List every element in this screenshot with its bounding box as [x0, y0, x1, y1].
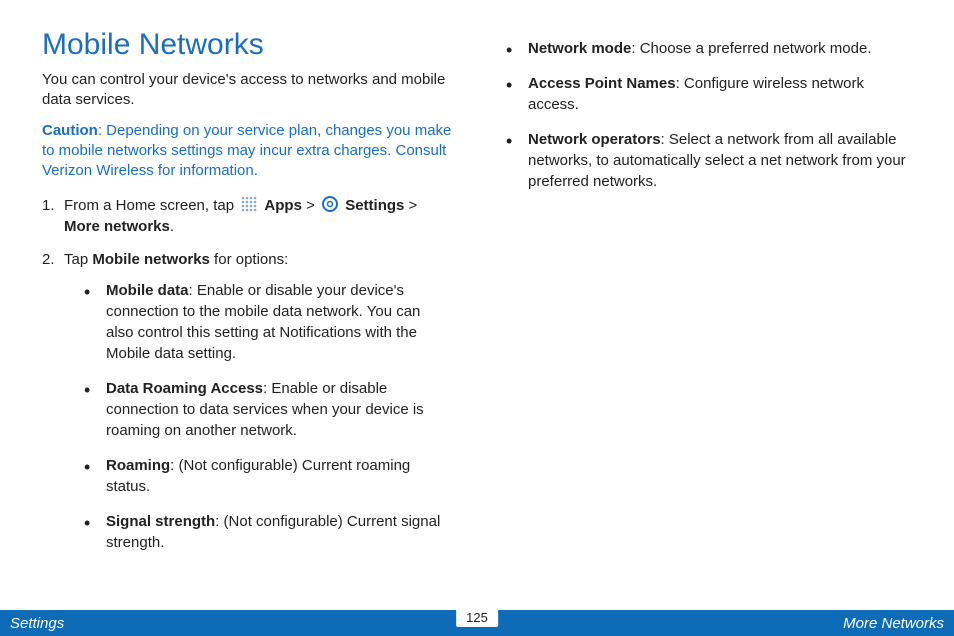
option-term: Data Roaming Access: [106, 380, 263, 397]
options-list-left: Mobile data: Enable or disable your devi…: [64, 280, 452, 553]
footer-right: More Networks: [843, 615, 944, 632]
options-list-right: Network mode: Choose a preferred network…: [502, 38, 912, 192]
step2-text-c: for options:: [210, 251, 288, 268]
page-footer: Settings 125 More Networks: [0, 610, 954, 636]
list-item: Signal strength: (Not configurable) Curr…: [64, 511, 452, 553]
caution-label: Caution: [42, 122, 98, 139]
right-column: Network mode: Choose a preferred network…: [502, 28, 912, 600]
list-item: Access Point Names: Configure wireless n…: [502, 73, 912, 115]
list-item: Roaming: (Not configurable) Current roam…: [64, 455, 452, 497]
list-item: Mobile data: Enable or disable your devi…: [64, 280, 452, 364]
option-term: Roaming: [106, 457, 170, 474]
steps-list: From a Home screen, tap Apps > Settings …: [42, 195, 452, 553]
step-2: Tap Mobile networks for options: Mobile …: [42, 249, 452, 553]
list-item: Network mode: Choose a preferred network…: [502, 38, 912, 59]
intro-text: You can control your device's access to …: [42, 70, 452, 111]
step1-sep2: >: [404, 197, 417, 214]
step1-settings-label: Settings: [345, 197, 404, 214]
option-term: Signal strength: [106, 513, 215, 530]
step1-text-a: From a Home screen, tap: [64, 197, 238, 214]
caution-text: Caution: Depending on your service plan,…: [42, 121, 452, 182]
page-title: Mobile Networks: [42, 28, 452, 62]
step1-apps-label: Apps: [264, 197, 302, 214]
step2-mobile-networks: Mobile networks: [92, 251, 210, 268]
caution-body: : Depending on your service plan, change…: [42, 122, 451, 180]
step2-text-a: Tap: [64, 251, 92, 268]
page-content: Mobile Networks You can control your dev…: [0, 0, 954, 600]
list-item: Data Roaming Access: Enable or disable c…: [64, 378, 452, 441]
footer-left: Settings: [10, 615, 64, 632]
step1-sep1: >: [302, 197, 319, 214]
step1-dot: .: [170, 218, 174, 235]
list-item: Network operators: Select a network from…: [502, 129, 912, 192]
option-term: Network mode: [528, 40, 631, 57]
step-1: From a Home screen, tap Apps > Settings …: [42, 195, 452, 237]
left-column: Mobile Networks You can control your dev…: [42, 28, 452, 600]
option-term: Mobile data: [106, 282, 189, 299]
option-term: Access Point Names: [528, 75, 676, 92]
step1-more-label: More networks: [64, 218, 170, 235]
option-term: Network operators: [528, 131, 661, 148]
option-desc: : Choose a preferred network mode.: [631, 40, 871, 57]
apps-grid-icon: [240, 195, 258, 213]
page-number: 125: [456, 609, 498, 627]
settings-gear-icon: [321, 195, 339, 213]
